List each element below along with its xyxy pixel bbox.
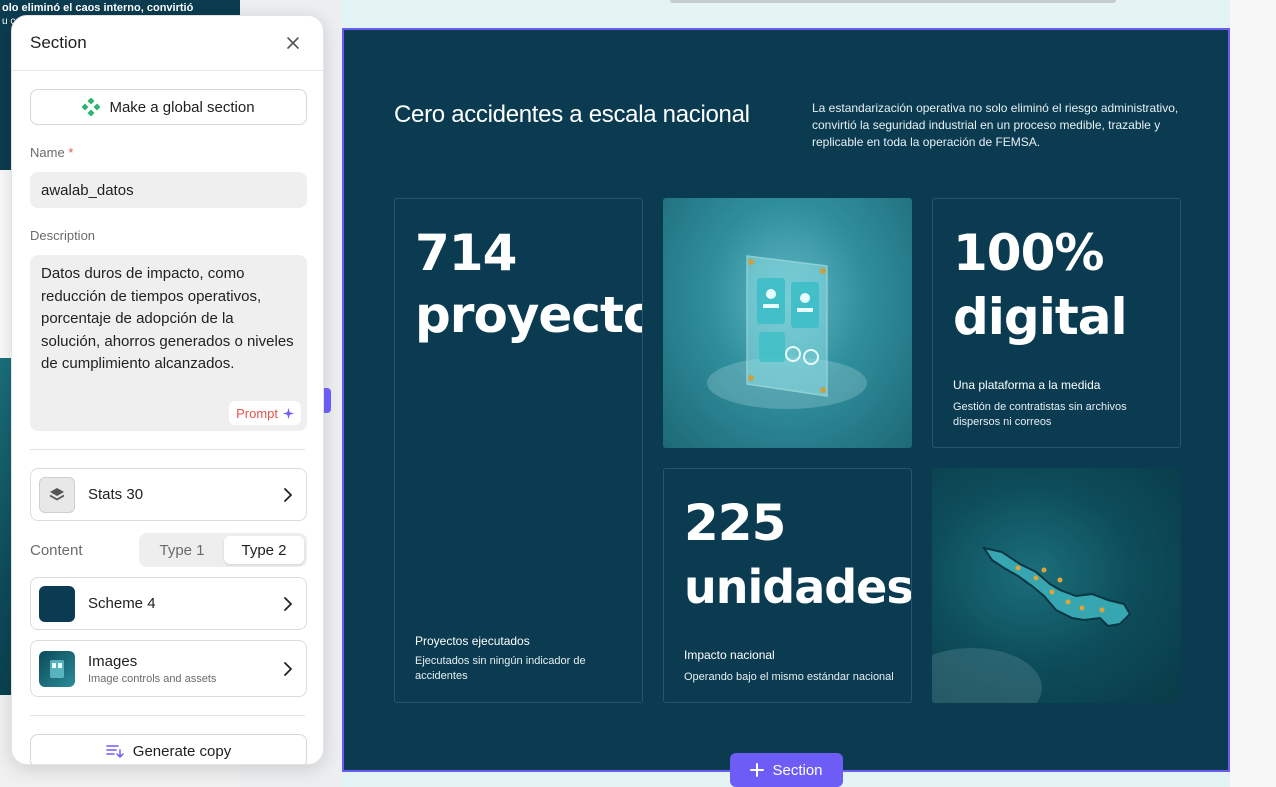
content-type-row: Content Type 1 Type 2 <box>30 533 307 567</box>
section-title: Cero accidentes a escala nacional <box>394 101 750 128</box>
diamond-cluster-icon <box>82 98 101 116</box>
scheme-label: Scheme 4 <box>88 595 156 612</box>
chevron-right-icon <box>280 596 296 612</box>
stat-image-mexico-map <box>932 468 1181 703</box>
preview-text-line: olo eliminó el caos interno, convirtió <box>2 2 194 14</box>
mexico-map-illustration <box>932 546 1132 703</box>
scheme-swatch <box>39 585 75 622</box>
layout-label: Stats 30 <box>88 486 144 503</box>
panel-divider <box>30 715 305 716</box>
layout-selector[interactable]: Stats 30 <box>30 468 307 521</box>
section-settings-panel: Section Make a global section Name * awa… <box>11 15 324 765</box>
stat-subtext: Gestión de contratistas sin archivos dis… <box>953 401 1127 428</box>
add-section-button[interactable]: Section <box>730 753 843 787</box>
stat-subtext: Ejecutados sin ningún indicador de accid… <box>415 655 586 682</box>
panel-edge-handle[interactable] <box>324 388 331 413</box>
stat-unit: digital <box>953 288 1128 346</box>
stat-card-projects[interactable]: 714 proyectos Proyectos ejecutados Ejecu… <box>394 198 643 703</box>
prompt-label: Prompt <box>236 405 278 421</box>
stat-caption: Impacto nacional <box>684 648 775 662</box>
stat-unit: unidades <box>684 560 912 614</box>
stat-image-id-cards <box>663 198 912 448</box>
add-section-label: Section <box>772 761 823 779</box>
name-label-text: Name <box>30 145 65 160</box>
prompt-button[interactable]: Prompt <box>229 401 301 425</box>
generate-copy-button[interactable]: Generate copy <box>30 734 307 764</box>
close-icon <box>287 37 299 49</box>
layers-icon <box>49 487 65 500</box>
text-lines-icon <box>105 745 124 758</box>
stat-subtext: Operando bajo el mismo estándar nacional <box>684 671 894 683</box>
description-label: Description <box>30 228 96 243</box>
images-selector[interactable]: Images Image controls and assets <box>30 640 307 697</box>
right-gutter <box>1230 0 1276 787</box>
close-panel-button[interactable] <box>281 31 305 55</box>
id-card-panel-illustration <box>707 255 867 409</box>
images-label: Images <box>88 652 138 670</box>
name-label: Name * <box>30 145 305 160</box>
stat-unit: proyectos <box>415 286 642 344</box>
stat-number: 100% <box>953 224 1104 282</box>
chevron-right-icon <box>280 487 296 503</box>
stat-number: 225 <box>684 494 786 552</box>
images-sublabel: Image controls and assets <box>88 672 217 685</box>
plus-icon <box>750 763 765 777</box>
chevron-right-icon <box>280 661 296 677</box>
sparkle-icon <box>283 407 294 419</box>
previous-section-edge <box>670 0 1116 3</box>
stat-number: 714 <box>415 224 517 282</box>
content-label: Content <box>30 541 83 559</box>
content-type-toggle: Type 1 Type 2 <box>139 533 307 567</box>
generate-copy-label: Generate copy <box>132 742 232 760</box>
panel-title: Section <box>30 33 87 52</box>
stat-card-digital[interactable]: 100% digital Una plataforma a la medida … <box>932 198 1181 448</box>
stat-caption: Una plataforma a la medida <box>953 378 1101 392</box>
stat-card-units[interactable]: 225 unidades Impacto nacional Operando b… <box>663 468 912 703</box>
required-marker: * <box>68 145 74 160</box>
description-text: Datos duros de impacto, como reducción d… <box>41 265 294 373</box>
panel-header: Section <box>12 16 323 71</box>
images-thumbnail <box>39 650 75 687</box>
description-textarea[interactable]: Datos duros de impacto, como reducción d… <box>30 255 307 431</box>
content-type-2-option[interactable]: Type 2 <box>224 536 304 564</box>
panel-divider <box>30 449 305 450</box>
make-global-section-button[interactable]: Make a global section <box>30 89 307 125</box>
stat-caption: Proyectos ejecutados <box>415 634 530 648</box>
image-preview-icon <box>50 659 64 678</box>
scheme-selector[interactable]: Scheme 4 <box>30 577 307 630</box>
stats-section[interactable]: Cero accidentes a escala nacional La est… <box>342 28 1230 772</box>
layers-icon-tile <box>39 476 75 513</box>
content-type-1-option[interactable]: Type 1 <box>142 536 222 564</box>
name-input[interactable]: awalab_datos <box>30 172 307 208</box>
section-description: La estandarización operativa no solo eli… <box>812 101 1179 149</box>
global-button-label: Make a global section <box>109 98 255 116</box>
images-text: Images Image controls and assets <box>88 653 280 685</box>
